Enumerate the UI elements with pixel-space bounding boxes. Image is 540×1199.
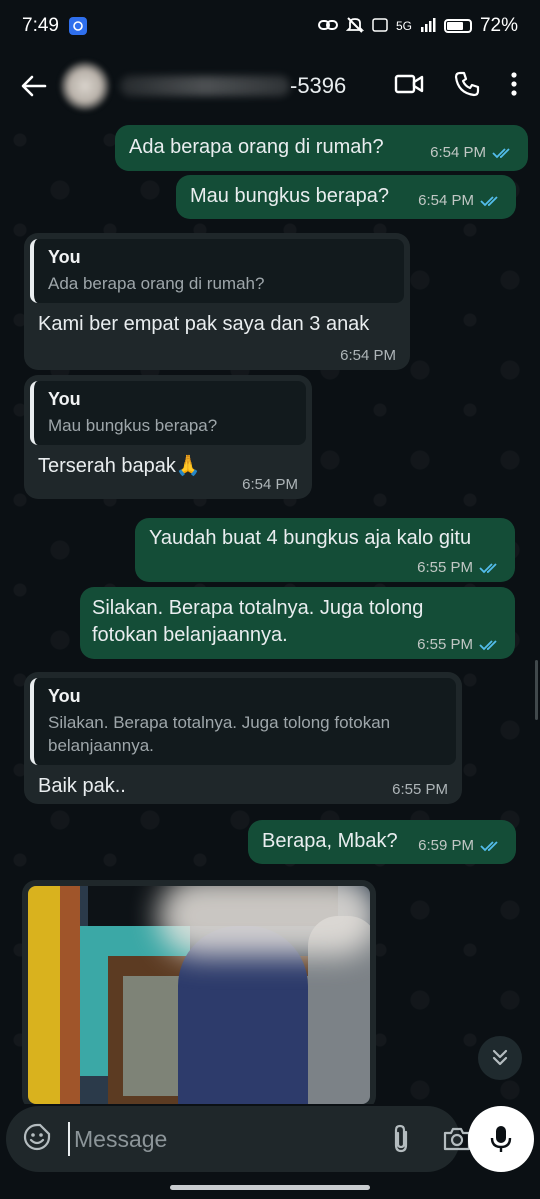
network-type: 5G (395, 19, 412, 33)
quote-author: You (48, 686, 81, 706)
chat-header: -5396 (0, 52, 540, 120)
read-receipt-icon (480, 195, 498, 206)
read-receipt-icon (479, 562, 497, 573)
attach-icon (394, 1124, 408, 1153)
read-receipt-icon (480, 840, 498, 851)
signal-icon (420, 17, 436, 36)
message-outgoing[interactable]: Ada berapa orang di rumah? 6:54 PM (115, 125, 528, 171)
scrollbar[interactable] (535, 660, 538, 720)
read-receipt-icon (479, 639, 497, 650)
back-arrow-icon (21, 75, 47, 97)
quoted-reply[interactable]: You Ada berapa orang di rumah? (30, 239, 404, 303)
contact-number-suffix: -5396 (290, 73, 347, 98)
link-icon (317, 18, 338, 35)
message-outgoing[interactable]: Berapa, Mbak? 6:59 PM (248, 820, 516, 864)
mute-icon (345, 16, 365, 37)
message-time: 6:54 PM (340, 347, 396, 364)
quote-text: Ada berapa orang di rumah? (48, 274, 265, 293)
message-time: 6:59 PM (418, 837, 474, 854)
voice-call-icon (454, 71, 480, 96)
voice-message-button[interactable] (468, 1106, 534, 1172)
message-incoming-photo[interactable] (22, 880, 376, 1104)
chevron-double-down-icon (492, 1049, 508, 1066)
message-outgoing[interactable]: Mau bungkus berapa? 6:54 PM (176, 175, 516, 219)
app-notification-icon (68, 17, 87, 35)
quoted-reply[interactable]: You Silakan. Berapa totalnya. Juga tolon… (30, 678, 456, 765)
emoji-button[interactable] (22, 1122, 52, 1157)
message-time: 6:55 PM (392, 781, 448, 798)
message-time: 6:55 PM (417, 636, 473, 653)
quote-author: You (48, 247, 81, 267)
message-outgoing[interactable]: Yaudah buat 4 bungkus aja kalo gitu 6:55… (135, 518, 515, 582)
contact-name[interactable]: -5396 (120, 73, 346, 99)
message-time: 6:54 PM (418, 192, 474, 209)
quote-text: Silakan. Berapa totalnya. Juga tolong fo… (48, 713, 391, 755)
back-button[interactable] (14, 66, 54, 106)
read-receipt-icon (492, 147, 510, 158)
message-incoming[interactable]: You Silakan. Berapa totalnya. Juga tolon… (24, 672, 462, 804)
emoji-icon (23, 1123, 51, 1150)
status-time: 7:49 (22, 15, 59, 36)
redacted-number (120, 76, 290, 96)
more-vertical-icon (511, 71, 517, 96)
message-time: 6:55 PM (417, 559, 473, 576)
volte-icon (372, 17, 388, 36)
message-composer (6, 1106, 471, 1172)
more-options-button[interactable] (510, 71, 518, 102)
battery-percent: 72% (479, 15, 518, 36)
message-input[interactable] (68, 1122, 372, 1156)
voice-call-button[interactable] (454, 71, 480, 102)
home-indicator (170, 1185, 370, 1190)
message-outgoing[interactable]: Silakan. Berapa totalnya. Juga tolong fo… (80, 587, 515, 659)
message-incoming[interactable]: You Mau bungkus berapa? Terserah bapak🙏 … (24, 375, 312, 499)
chat-area[interactable]: Ada berapa orang di rumah? 6:54 PM Mau b… (0, 120, 540, 1104)
battery-icon (443, 19, 472, 33)
scroll-to-bottom-button[interactable] (478, 1036, 522, 1080)
mic-icon (490, 1126, 512, 1152)
message-text: Yaudah buat 4 bungkus aja kalo gitu (149, 527, 472, 549)
quoted-reply[interactable]: You Mau bungkus berapa? (30, 381, 306, 445)
message-incoming[interactable]: You Ada berapa orang di rumah? Kami ber … (24, 233, 410, 370)
shared-photo[interactable] (28, 886, 370, 1104)
message-text: Kami ber empat pak saya dan 3 anak (38, 313, 370, 335)
video-call-button[interactable] (394, 73, 424, 100)
quote-author: You (48, 389, 81, 409)
attach-button[interactable] (390, 1124, 412, 1154)
message-time: 6:54 PM (430, 144, 486, 161)
contact-avatar[interactable] (60, 61, 110, 111)
video-call-icon (394, 74, 424, 93)
message-time: 6:54 PM (242, 476, 298, 493)
status-bar: 7:49 5G 72% (0, 0, 540, 52)
quote-text: Mau bungkus berapa? (48, 416, 218, 435)
